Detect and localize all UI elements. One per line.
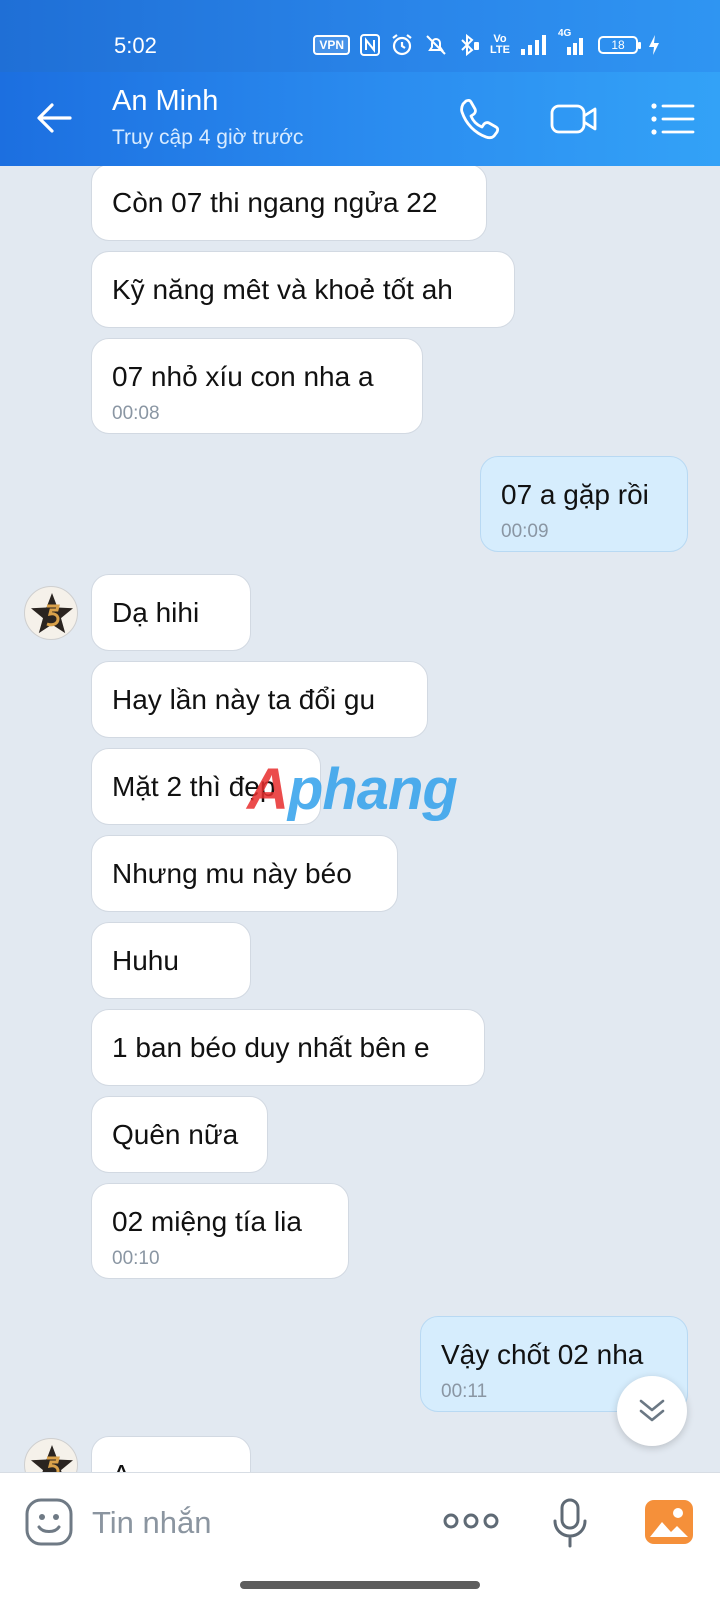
- nfc-icon: [360, 34, 381, 56]
- contact-avatar[interactable]: [24, 586, 78, 640]
- message-text: Nhưng mu này béo: [112, 858, 352, 889]
- status-time: 5:02: [114, 33, 157, 58]
- message-bubble-incoming[interactable]: Dạ hihi: [91, 574, 251, 651]
- message-text: A: [112, 1459, 131, 1472]
- list-menu-icon: [651, 103, 695, 135]
- chat-header: An Minh Truy cập 4 giờ trước: [0, 72, 720, 166]
- message-input-bar: Tin nhắn: [0, 1472, 720, 1600]
- status-icons: VPN Vo LTE 4G 18: [313, 28, 660, 58]
- star-logo-icon: [31, 1445, 73, 1472]
- message-input[interactable]: Tin nhắn: [92, 1505, 212, 1541]
- chat-options-button[interactable]: [648, 96, 696, 142]
- alarm-icon: [390, 33, 414, 57]
- message-bubble-incoming[interactable]: A: [91, 1436, 251, 1472]
- message-text: Còn 07 thi ngang ngửa 22: [112, 187, 438, 218]
- video-camera-icon: [550, 104, 597, 134]
- more-dots-icon: [443, 1513, 499, 1529]
- home-indicator: [240, 1581, 480, 1589]
- status-bar: 5:02 VPN Vo LTE 4G 18: [0, 0, 720, 72]
- voice-record-button[interactable]: [550, 1497, 590, 1549]
- message-time: 00:09: [501, 521, 549, 542]
- message-bubble-incoming[interactable]: Hay lần này ta đổi gu: [91, 661, 428, 738]
- message-text: Vậy chốt 02 nha: [441, 1339, 644, 1370]
- network-type-label: 4G: [558, 28, 572, 39]
- message-time: 00:11: [441, 1381, 488, 1402]
- sticker-button[interactable]: [24, 1497, 74, 1547]
- message-text: 02 miệng tía lia: [112, 1206, 302, 1237]
- emoji-face-icon: [25, 1498, 73, 1546]
- 4g-signal-icon: 4G: [558, 28, 588, 56]
- contact-name[interactable]: An Minh: [112, 85, 218, 118]
- video-call-button[interactable]: [550, 96, 598, 142]
- message-bubble-incoming[interactable]: Nhưng mu này béo: [91, 835, 398, 912]
- more-options-button[interactable]: [443, 1509, 499, 1533]
- star-logo-icon: [31, 593, 73, 634]
- volte-icon: Vo LTE: [490, 33, 510, 56]
- message-list[interactable]: Còn 07 thi ngang ngửa 22 Kỹ năng mêt và …: [0, 166, 720, 1472]
- message-text: Quên nữa: [112, 1119, 239, 1150]
- image-gallery-icon: [645, 1500, 693, 1544]
- charging-icon: [648, 34, 660, 56]
- message-text: 1 ban béo duy nhất bên e: [112, 1032, 430, 1063]
- message-bubble-incoming[interactable]: Huhu: [91, 922, 251, 999]
- voice-call-button[interactable]: [456, 96, 504, 142]
- message-text: Hay lần này ta đổi gu: [112, 684, 376, 715]
- message-bubble-outgoing[interactable]: 07 a gặp rồi 00:09: [480, 456, 688, 552]
- message-bubble-incoming[interactable]: 07 nhỏ xíu con nha a 00:08: [91, 338, 423, 434]
- vpn-icon: VPN: [313, 35, 351, 55]
- message-time: 00:10: [112, 1248, 160, 1269]
- message-bubble-incoming[interactable]: 02 miệng tía lia 00:10: [91, 1183, 349, 1279]
- message-bubble-incoming[interactable]: Quên nữa: [91, 1096, 268, 1173]
- message-text: 07 a gặp rồi: [501, 479, 649, 510]
- arrow-left-icon: [37, 103, 72, 133]
- contact-avatar[interactable]: [24, 1438, 78, 1472]
- photo-gallery-button[interactable]: [644, 1499, 694, 1545]
- message-bubble-incoming[interactable]: Kỹ năng mêt và khoẻ tốt ah: [91, 251, 515, 328]
- message-text: Kỹ năng mêt và khoẻ tốt ah: [112, 274, 453, 305]
- message-text: Mặt 2 thì đẹp: [112, 771, 276, 802]
- message-text: 07 nhỏ xíu con nha a: [112, 361, 374, 392]
- scroll-to-bottom-button[interactable]: [617, 1376, 687, 1446]
- battery-level: 18: [611, 38, 625, 52]
- last-seen-status: Truy cập 4 giờ trước: [112, 126, 304, 149]
- signal-icon: [520, 34, 548, 56]
- phone-icon: [460, 98, 500, 140]
- message-time: 00:08: [112, 403, 160, 424]
- message-bubble-incoming[interactable]: Còn 07 thi ngang ngửa 22: [91, 166, 487, 241]
- message-bubble-incoming[interactable]: 1 ban béo duy nhất bên e: [91, 1009, 485, 1086]
- mute-icon: [424, 33, 448, 57]
- battery-icon: 18: [598, 36, 641, 54]
- back-button[interactable]: [34, 98, 74, 138]
- message-bubble-incoming[interactable]: Mặt 2 thì đẹp: [91, 748, 321, 825]
- double-chevron-down-icon: [639, 1399, 665, 1422]
- bluetooth-icon: [458, 33, 480, 57]
- microphone-icon: [553, 1498, 587, 1548]
- message-text: Huhu: [112, 945, 179, 976]
- message-text: Dạ hihi: [112, 597, 200, 628]
